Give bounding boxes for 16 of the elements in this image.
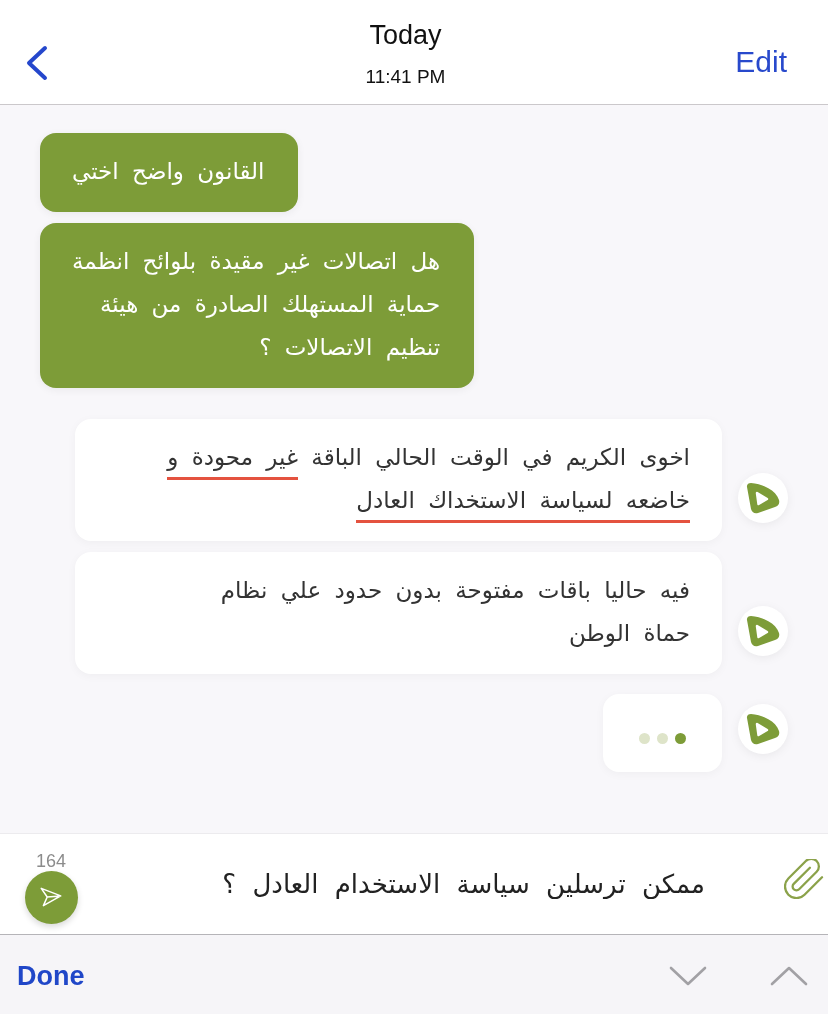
bot-avatar-icon [738, 704, 788, 754]
bot-avatar-icon [738, 606, 788, 656]
chat-time: 11:41 PM [365, 65, 446, 89]
paperclip-icon[interactable] [784, 859, 826, 899]
chat-title: Today [369, 19, 442, 52]
sent-message-bubble: القانون واضح اختي [40, 133, 299, 212]
done-button[interactable]: Done [17, 959, 85, 992]
message-input[interactable]: ممكن ترسلين سياسة الاستخدام العادل ؟ [100, 859, 717, 909]
character-counter: 164 [35, 850, 66, 871]
chevron-left-icon[interactable] [24, 45, 50, 81]
received-message-bubble: فيه حاليا باقات مفتوحة بدون حدود علي نظام حماة الوطن [75, 552, 722, 674]
received-message-bubble: اخوى الكريم في الوقت الحالي الباقة غير محودة و خاضعه لسياسة الاستخداك العادل [75, 419, 722, 541]
edit-button[interactable]: Edit [735, 44, 787, 80]
sent-message-bubble: هل اتصالات غير مقيدة بلوائح انظمة حماية المستهلك الصادرة من هيئة تنظيم الاتصالات ؟ [40, 223, 475, 388]
send-button[interactable] [24, 870, 78, 924]
bot-avatar-icon [738, 473, 788, 523]
